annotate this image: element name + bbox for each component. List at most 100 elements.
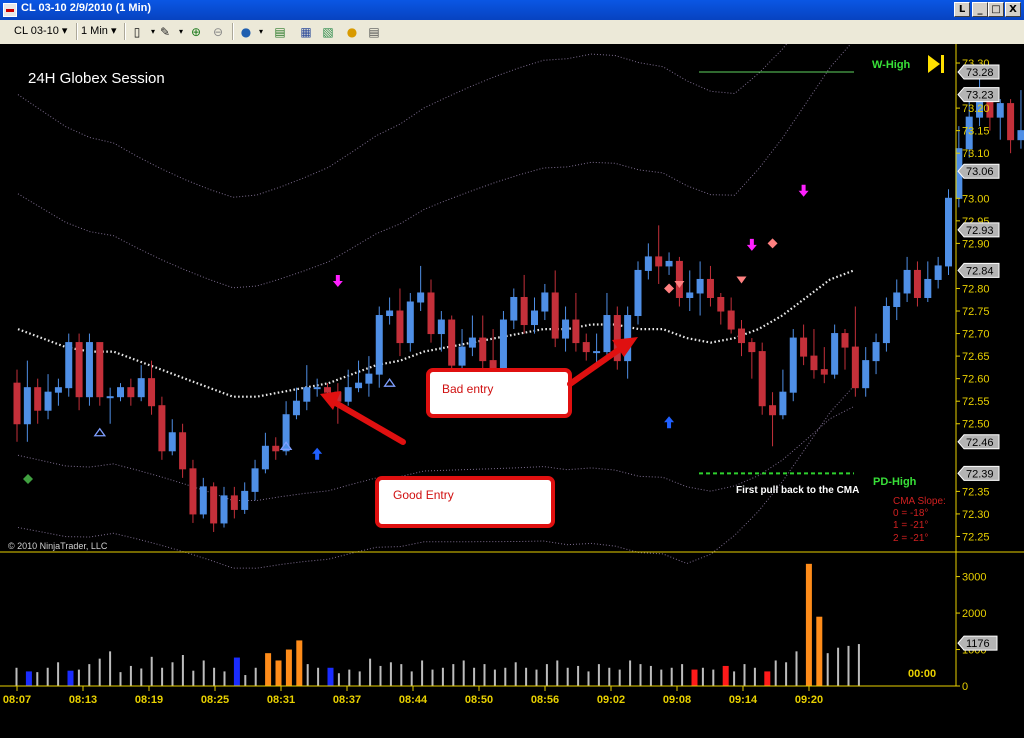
candle-body (499, 319, 507, 371)
data-series-icon[interactable]: ▤ (272, 24, 288, 40)
volume-bar (660, 669, 663, 686)
volume-bar (285, 649, 292, 686)
volume-bar (150, 656, 153, 686)
volume-marker-label: 1176 (966, 638, 990, 650)
interval-selector[interactable]: 1 Min ▾ (81, 23, 117, 40)
price-tick-label: 72.25 (962, 531, 990, 543)
dropdown-chevron-icon[interactable]: ▾ (253, 24, 269, 40)
close-button[interactable]: X (1005, 2, 1021, 17)
volume-bar (649, 665, 652, 686)
candle-body (199, 486, 207, 515)
candle (96, 342, 104, 406)
link-button[interactable]: L (954, 2, 970, 17)
price-marker: 72.84 (957, 262, 1000, 278)
candle-body (54, 387, 62, 393)
drawing-tools-icon[interactable]: ✎ (157, 24, 173, 40)
candle-body (85, 342, 93, 398)
candle-body (738, 328, 745, 344)
interval-label: 1 Min (81, 25, 108, 37)
dropdown-chevron-icon[interactable]: ▾ (173, 24, 189, 40)
volume-bar (670, 667, 673, 686)
price-marker: 72.39 (957, 465, 1000, 481)
candle-body (520, 296, 528, 326)
instrument-selector[interactable]: CL 03-10 ▾ (14, 23, 67, 40)
volume-bar (358, 671, 361, 686)
candle-body (551, 292, 559, 339)
candle-body (65, 342, 73, 389)
candle (406, 292, 414, 352)
candle-body (396, 310, 404, 344)
candle-body (841, 333, 849, 348)
volume-bar (545, 664, 548, 686)
maximize-button[interactable]: □ (988, 2, 1004, 17)
chevron-down-icon: ▾ (61, 25, 68, 37)
candle-body (572, 319, 580, 344)
candle-body (406, 301, 414, 344)
candle-body (800, 337, 808, 357)
title-bar: CL 03-10 2/9/2010 (1 Min) L _ □ X (0, 0, 1024, 20)
volume-bar (421, 660, 424, 686)
price-tick-label: 73.20 (962, 103, 990, 115)
volume-bar (847, 645, 850, 686)
price-marker-label: 72.46 (966, 437, 994, 449)
chart-properties-icon[interactable]: ▤ (366, 24, 382, 40)
volume-bar (577, 665, 580, 686)
pd-high-label: PD-High (873, 476, 917, 488)
price-tick-label: 72.60 (962, 374, 990, 386)
volume-tick-label: 2000 (962, 608, 986, 620)
price-tick-label: 73.10 (962, 148, 990, 160)
volume-bar (743, 664, 746, 686)
cma-slope-2: 2 = -21° (893, 533, 928, 544)
volume-bar (493, 669, 496, 686)
zoom-out-icon[interactable]: ⊖ (210, 24, 226, 40)
price-tick-label: 73.15 (962, 126, 990, 138)
volume-bar (129, 665, 132, 686)
volume-bar (119, 672, 122, 686)
price-marker-label: 72.93 (966, 225, 994, 237)
candle-body (220, 495, 228, 524)
globe-icon[interactable]: ● (238, 24, 254, 40)
volume-bar (691, 669, 698, 686)
candle-body (437, 319, 445, 335)
price-marker-label: 73.28 (966, 67, 994, 79)
price-marker: 73.23 (957, 87, 1000, 103)
volume-bar (233, 657, 240, 686)
volume-bar (764, 671, 771, 686)
candle-body (727, 310, 735, 330)
candle-body (603, 315, 611, 353)
candle-body (831, 333, 839, 375)
candle-body (882, 306, 890, 344)
candle-body (324, 387, 331, 393)
candle (613, 306, 621, 370)
volume-bar (265, 653, 272, 686)
price-chart[interactable]: 73.3073.2073.1573.1073.0072.9572.9072.80… (0, 44, 1024, 738)
volume-bar (462, 660, 465, 686)
volume-bar (46, 667, 49, 686)
indicators-icon[interactable]: ▦ (298, 24, 314, 40)
candle-body (386, 310, 394, 317)
cma-slope-0: 0 = -18° (893, 508, 928, 519)
chevron-down-icon: ▾ (110, 25, 117, 37)
volume-bar (504, 667, 507, 686)
volume-bar (275, 660, 282, 686)
strategies-icon[interactable]: ▧ (320, 24, 336, 40)
candlestick-style-icon[interactable]: ▯ (129, 24, 145, 40)
volume-bar (36, 672, 39, 686)
zoom-in-icon[interactable]: ⊕ (188, 24, 204, 40)
time-tick-label: 08:56 (531, 694, 559, 706)
volume-bar (213, 667, 216, 686)
candle (789, 329, 797, 402)
volume-bar (514, 662, 517, 686)
candle-body (23, 387, 31, 425)
volume-bar (597, 664, 600, 686)
time-tick-label: 08:37 (333, 694, 361, 706)
volume-bar (171, 662, 174, 686)
volume-bar (857, 644, 860, 686)
price-tick-label: 72.30 (962, 509, 990, 521)
minimize-button[interactable]: _ (972, 2, 988, 17)
chart-window-icon (3, 3, 17, 17)
volume-bar (348, 669, 351, 686)
gold-coin-icon[interactable]: ● (344, 24, 360, 40)
time-tick-label: 09:20 (795, 694, 823, 706)
candle-body (634, 269, 642, 317)
